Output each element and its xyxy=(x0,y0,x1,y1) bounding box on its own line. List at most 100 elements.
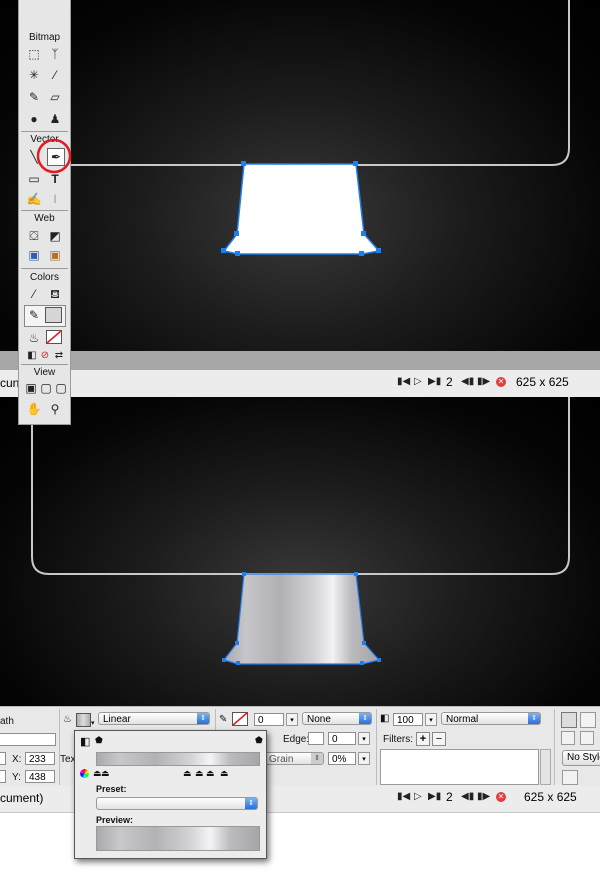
preset-select[interactable]: ⇕ xyxy=(96,797,258,810)
play-icon[interactable]: ▷ xyxy=(414,376,422,387)
x-field[interactable]: 233 xyxy=(25,752,55,765)
stroke-size-dropdown[interactable]: ▾ xyxy=(286,713,298,726)
text-tool-icon[interactable]: T xyxy=(47,171,63,187)
blend-mode-select[interactable]: Normal ⇕ xyxy=(441,712,541,725)
full-screen-menu-icon[interactable]: ▢ xyxy=(38,380,54,396)
height-field[interactable] xyxy=(0,770,6,783)
fill-type-select[interactable]: Linear ⇕ xyxy=(98,712,210,725)
width-field[interactable] xyxy=(0,752,6,765)
brush-icon[interactable]: ⁄ xyxy=(47,67,63,83)
full-screen-icon[interactable]: ▢ xyxy=(53,380,69,396)
fill-swatch-arrow: ▾ xyxy=(91,720,95,727)
fill-color-swatch[interactable] xyxy=(45,307,62,323)
canvas-top[interactable] xyxy=(0,0,600,351)
fill-bucket-small-icon[interactable]: ♨ xyxy=(26,330,42,346)
add-filter-button[interactable]: + xyxy=(416,732,430,746)
stroke-type-value: None xyxy=(307,714,331,725)
canvas-bottom[interactable] xyxy=(0,397,600,706)
first-frame-icon[interactable]: ▮◀ xyxy=(397,791,410,802)
blend-mode-value: Normal xyxy=(446,714,479,725)
prev-frame-icon[interactable]: ◀▮ xyxy=(461,376,474,387)
freeform-icon[interactable]: ✍ xyxy=(26,191,42,207)
zoom-icon[interactable]: ⚲ xyxy=(47,401,63,417)
edge-dropdown[interactable]: ▾ xyxy=(358,732,370,745)
hotspot-icon[interactable]: ⛋ xyxy=(26,228,42,244)
knife-icon[interactable]: ǀ xyxy=(47,191,63,207)
section-bitmap: Bitmap xyxy=(28,32,61,43)
hand-icon[interactable]: ✋ xyxy=(26,401,42,417)
style-button-4[interactable] xyxy=(580,731,594,745)
preset-label: Preset: xyxy=(96,784,127,794)
paint-bucket-icon[interactable]: ⛾ xyxy=(47,286,63,302)
remove-filter-button[interactable]: − xyxy=(432,732,446,746)
style-select[interactable]: No Style xyxy=(562,750,600,766)
rectangle-icon[interactable]: ▭ xyxy=(26,171,42,187)
stroke-pencil-icon[interactable]: ✎ xyxy=(26,307,42,323)
stroke-type-select[interactable]: None ⇕ xyxy=(302,712,372,725)
style-button-1[interactable] xyxy=(561,712,577,728)
edge-swatch[interactable] xyxy=(308,732,324,745)
texture-value: Grain xyxy=(269,754,294,765)
magic-wand-icon[interactable]: ✳ xyxy=(26,67,42,83)
stroke-swatch[interactable] xyxy=(232,712,248,726)
hide-slices-icon[interactable]: ▣ xyxy=(26,247,42,263)
tools-panel: Bitmap ⬚ ᛉ ✳ ⁄ ✎ ▱ ● ♟ Vector ╲ ✒ ▭ T ✍ … xyxy=(18,0,72,425)
texture-amount-field[interactable]: 0% xyxy=(328,752,356,765)
style-button-3[interactable] xyxy=(561,731,575,745)
divider xyxy=(59,709,60,785)
opacity-field[interactable]: 100 xyxy=(393,713,423,726)
path-label: ath xyxy=(0,716,14,727)
select-arrow-icon: ⇕ xyxy=(311,753,323,764)
select-arrow-icon: ⇕ xyxy=(528,713,540,724)
x-label: X: xyxy=(12,754,22,765)
filters-list[interactable] xyxy=(380,749,539,785)
stop-icon[interactable]: ✕ xyxy=(496,377,506,387)
opacity-marker-icon[interactable]: ⬟ xyxy=(255,735,263,746)
last-frame-icon[interactable]: ▶▮ xyxy=(428,376,441,387)
stamp-icon[interactable]: ♟ xyxy=(47,111,63,127)
section-colors: Colors xyxy=(30,272,59,283)
fill-swatch[interactable] xyxy=(76,713,91,727)
marquee-icon[interactable]: ⬚ xyxy=(26,46,42,62)
name-field[interactable] xyxy=(0,733,56,746)
gradient-bar[interactable] xyxy=(96,752,260,766)
blur-icon[interactable]: ● xyxy=(26,111,42,127)
edge-field[interactable]: 0 xyxy=(328,732,356,745)
color-stop-icon[interactable]: ⏏ xyxy=(183,768,192,779)
last-frame-icon[interactable]: ▶▮ xyxy=(428,791,441,802)
texture-amount-dropdown[interactable]: ▾ xyxy=(358,752,370,765)
eyedropper-icon[interactable]: ⁄ xyxy=(26,286,42,302)
opacity-dropdown[interactable]: ▾ xyxy=(425,713,437,726)
current-page: 2 xyxy=(446,375,453,389)
canvas-size: 625 x 625 xyxy=(524,790,577,804)
standard-screen-icon[interactable]: ▣ xyxy=(23,380,39,396)
style-button-2[interactable] xyxy=(580,712,596,728)
no-fill-swatch[interactable] xyxy=(46,330,62,344)
pencil-icon[interactable]: ✎ xyxy=(26,89,42,105)
stop-icon[interactable]: ✕ xyxy=(496,792,506,802)
color-stop-icon[interactable]: ⏏ xyxy=(101,768,110,779)
color-wheel-icon xyxy=(80,769,89,778)
color-stop-icon[interactable]: ⏏ xyxy=(206,768,215,779)
style-button-5[interactable] xyxy=(562,770,578,785)
y-field[interactable]: 438 xyxy=(25,770,55,783)
gradient-editor-popup: ◧ ⬟ ⬟ ⏏ ⏏ ⏏ ⏏ ⏏ ⏏ Preset: ⇕ Preview: xyxy=(74,730,267,859)
color-stop-icon[interactable]: ⏏ xyxy=(195,768,204,779)
lasso-icon[interactable]: ᛉ xyxy=(47,46,63,62)
opacity-marker-icon[interactable]: ⬟ xyxy=(95,735,103,746)
texture-select[interactable]: Grain ⇕ xyxy=(264,752,324,765)
color-stop-icon[interactable]: ⏏ xyxy=(220,768,229,779)
slice-icon[interactable]: ◩ xyxy=(47,228,63,244)
gradient-preview xyxy=(96,826,260,851)
swap-colors-icon[interactable]: ⇄ xyxy=(51,348,67,364)
monitor-stand-gradient xyxy=(222,573,381,665)
next-frame-icon[interactable]: ▮▶ xyxy=(477,791,490,802)
eraser-icon[interactable]: ▱ xyxy=(47,89,63,105)
show-slices-icon[interactable]: ▣ xyxy=(47,247,63,263)
filters-scrollbar[interactable] xyxy=(540,749,551,785)
prev-frame-icon[interactable]: ◀▮ xyxy=(461,791,474,802)
stroke-size-field[interactable]: 0 xyxy=(254,713,284,726)
first-frame-icon[interactable]: ▮◀ xyxy=(397,376,410,387)
play-icon[interactable]: ▷ xyxy=(414,791,422,802)
next-frame-icon[interactable]: ▮▶ xyxy=(477,376,490,387)
